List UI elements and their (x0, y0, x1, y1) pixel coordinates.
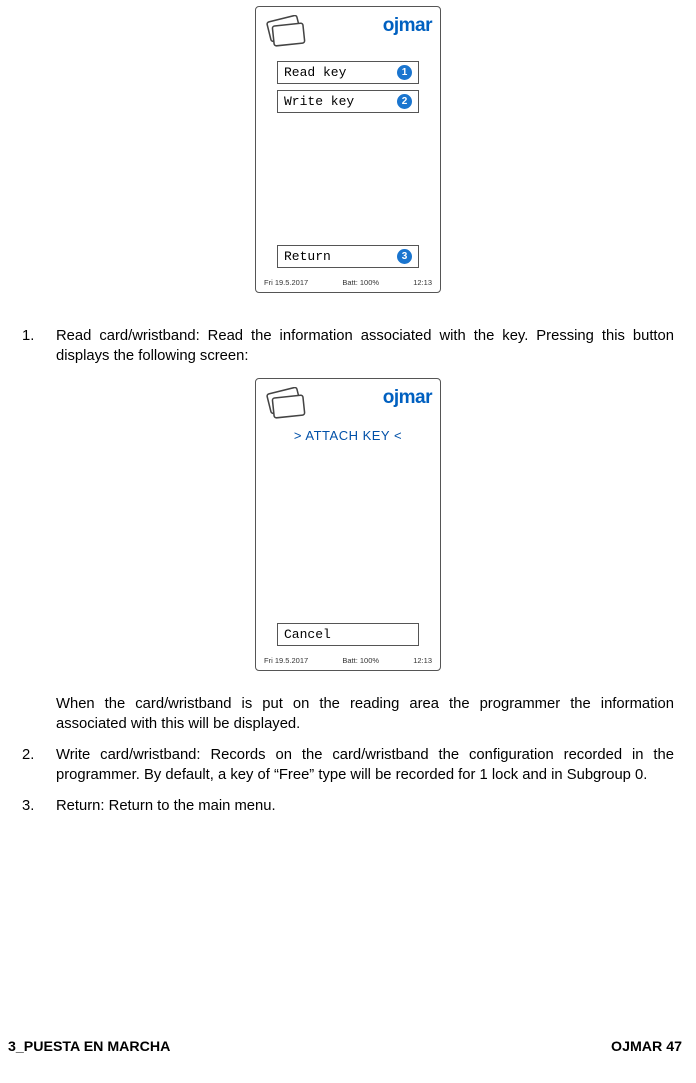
status-batt: Batt: 100% (342, 278, 379, 287)
step-badge-3: 3 (397, 249, 412, 264)
write-key-label: Write key (284, 94, 354, 109)
status-bar-2: Fri 19.5.2017 Batt: 100% 12:13 (256, 652, 440, 668)
return-button[interactable]: Return 3 (277, 245, 419, 268)
page-footer: 3_PUESTA EN MARCHA OJMAR 47 (0, 1039, 696, 1055)
cancel-button[interactable]: Cancel (277, 623, 419, 646)
status-batt: Batt: 100% (342, 656, 379, 665)
instructions-list: Read card/wristband: Read the informatio… (22, 327, 674, 366)
attach-key-header: > ATTACH KEY < (256, 428, 440, 443)
paragraph-after-1: When the card/wristband is put on the re… (22, 695, 674, 734)
list-item-3: Return: Return to the main menu. (22, 797, 674, 817)
step-badge-1: 1 (397, 65, 412, 80)
status-time: 12:13 (413, 278, 432, 287)
status-date: Fri 19.5.2017 (264, 278, 308, 287)
card-stack-icon (264, 387, 310, 423)
list-item-2: Write card/wristband: Records on the car… (22, 746, 674, 785)
status-bar-1: Fri 19.5.2017 Batt: 100% 12:13 (256, 274, 440, 290)
brand-logo: ojmar (383, 385, 432, 409)
device-top-row-2: ojmar (256, 379, 440, 427)
write-key-button[interactable]: Write key 2 (277, 90, 419, 113)
footer-left: 3_PUESTA EN MARCHA (8, 1039, 170, 1055)
brand-logo: ojmar (383, 13, 432, 37)
return-label: Return (284, 249, 331, 264)
card-stack-icon (264, 15, 310, 51)
instructions-list-cont: Write card/wristband: Records on the car… (22, 746, 674, 817)
device-screen-2: ojmar > ATTACH KEY < Cancel Fri 19.5.201… (255, 378, 441, 671)
cancel-label: Cancel (284, 627, 331, 642)
device-top-row: ojmar (256, 7, 440, 55)
footer-right: OJMAR 47 (611, 1039, 682, 1055)
read-key-label: Read key (284, 65, 346, 80)
step-badge-2: 2 (397, 94, 412, 109)
status-date: Fri 19.5.2017 (264, 656, 308, 665)
read-key-button[interactable]: Read key 1 (277, 61, 419, 84)
device-screen-1: ojmar Read key 1 Write key 2 Return 3 Fr… (255, 6, 441, 293)
list-item-1: Read card/wristband: Read the informatio… (22, 327, 674, 366)
status-time: 12:13 (413, 656, 432, 665)
